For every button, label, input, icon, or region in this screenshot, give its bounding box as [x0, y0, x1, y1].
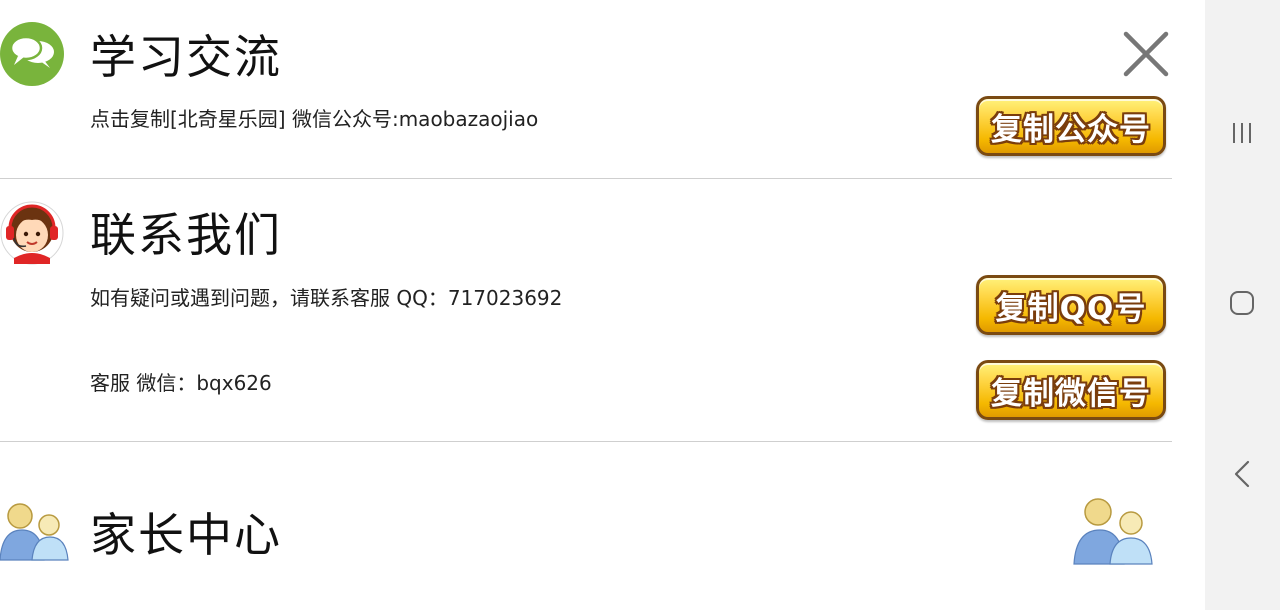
screen: 学习交流 点击复制[北奇星乐园] 微信公众号:maobazaojiao 复制公众…: [0, 0, 1280, 610]
recents-button[interactable]: [1222, 113, 1262, 153]
chat-bubbles-icon: [0, 22, 64, 86]
copy-qq-button[interactable]: 复制QQ号: [976, 275, 1166, 335]
close-icon: [1123, 31, 1169, 77]
back-button[interactable]: [1222, 454, 1262, 494]
home-icon: [1230, 291, 1254, 315]
home-button[interactable]: [1222, 283, 1262, 323]
recents-icon: [1233, 123, 1251, 143]
copy-official-account-button[interactable]: 复制公众号: [976, 96, 1166, 156]
panel: 学习交流 点击复制[北奇星乐园] 微信公众号:maobazaojiao 复制公众…: [0, 0, 1205, 610]
contact-qq-text: 如有疑问或遇到问题，请联系客服 QQ：717023692: [90, 286, 563, 310]
divider: [0, 178, 1172, 179]
parents-icon: [0, 500, 70, 562]
copy-wechat-button[interactable]: 复制微信号: [976, 360, 1166, 420]
parents-icon[interactable]: [1072, 498, 1154, 566]
contact-wechat-text: 客服 微信：bqx626: [90, 371, 272, 395]
study-title: 学习交流: [90, 30, 282, 84]
contact-title: 联系我们: [90, 208, 282, 262]
divider: [0, 441, 1172, 442]
back-icon: [1234, 460, 1250, 488]
parent-center-title: 家长中心: [90, 508, 282, 562]
customer-service-icon: [0, 198, 64, 268]
study-info-text: 点击复制[北奇星乐园] 微信公众号:maobazaojiao: [90, 107, 539, 131]
close-button[interactable]: [1120, 28, 1172, 80]
